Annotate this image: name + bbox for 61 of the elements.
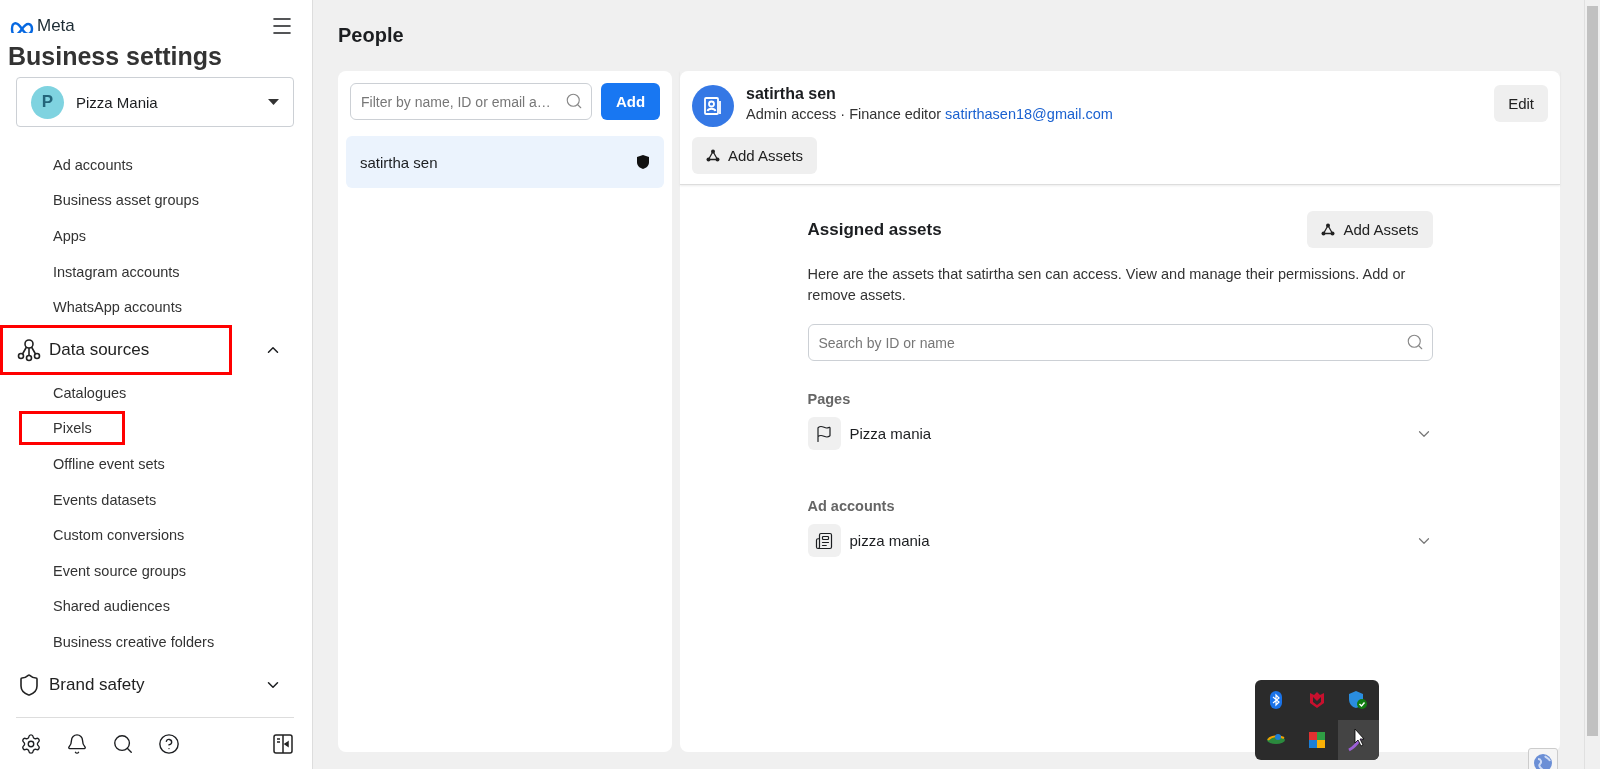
logo-text: Meta xyxy=(37,16,75,36)
share-icon xyxy=(1321,223,1336,236)
search-icon[interactable] xyxy=(112,732,134,755)
person-name: satirtha sen xyxy=(746,85,837,103)
nav-item[interactable]: Apps xyxy=(19,219,120,253)
group-label: Ad accounts xyxy=(807,498,896,514)
caret-icon xyxy=(268,99,279,105)
shield-icon xyxy=(17,672,41,697)
description: Here are the assets that satirtha sen can access. View and manage their permissions. Add or remove assets. xyxy=(807,265,1407,305)
ad-account-icon xyxy=(815,531,833,550)
flag-icon xyxy=(815,424,833,443)
nav-item[interactable]: Business asset groups xyxy=(19,183,232,218)
person-name: satirtha sen xyxy=(360,153,438,171)
nav-item[interactable]: Event source groups xyxy=(19,553,219,588)
shield-icon[interactable] xyxy=(1309,691,1325,709)
nav-item[interactable]: WhatsApp accounts xyxy=(19,290,215,325)
add-assets-button[interactable]: Add Assets xyxy=(692,137,818,174)
nav-item[interactable]: Offline event sets xyxy=(19,446,198,481)
globe-button[interactable] xyxy=(1528,748,1558,769)
meta-logo-icon xyxy=(10,19,34,33)
bell-icon[interactable] xyxy=(66,732,88,755)
account-avatar: P xyxy=(31,85,64,119)
email-link[interactable]: satirthasen18@gmail.com xyxy=(945,106,1113,122)
nav-item[interactable]: Ad accounts xyxy=(19,147,166,182)
add-assets-button[interactable]: Add Assets xyxy=(1307,211,1433,248)
person-avatar xyxy=(692,85,734,127)
nav-item[interactable]: Instagram accounts xyxy=(19,254,213,289)
help-icon[interactable] xyxy=(158,732,180,755)
section-title: Assigned assets xyxy=(807,219,942,240)
share-icon xyxy=(706,149,720,162)
asset-name: Pizza mania xyxy=(849,425,933,442)
nodes-icon xyxy=(17,337,41,362)
settings-icon[interactable] xyxy=(20,732,42,755)
section-label: Brand safety xyxy=(49,674,145,695)
search-icon xyxy=(1405,333,1424,351)
add-button[interactable]: Add xyxy=(601,83,660,120)
bluetooth-icon[interactable] xyxy=(1269,691,1282,709)
shield-icon xyxy=(636,154,650,170)
filter-field[interactable]: Filter by name, ID or email a… xyxy=(350,83,592,120)
account-dropdown[interactable]: P Pizza Mania xyxy=(16,77,294,127)
security-shield-icon[interactable] xyxy=(1348,690,1369,710)
person-list-item[interactable]: satirtha sen xyxy=(346,136,664,188)
group-label: Pages xyxy=(807,391,852,407)
nav-item[interactable]: Pixels xyxy=(19,411,125,446)
nav-section[interactable]: Data sources xyxy=(0,324,232,375)
page-heading: Business settings xyxy=(8,42,223,71)
nav-section[interactable]: Brand safety xyxy=(0,659,232,710)
section-label: Data sources xyxy=(49,339,150,360)
account-name: Pizza Mania xyxy=(76,93,159,111)
asset-search-field[interactable]: Search by ID or name xyxy=(807,324,1433,361)
edit-button[interactable]: Edit xyxy=(1494,85,1548,122)
search-icon xyxy=(565,92,583,110)
asset-name: pizza mania xyxy=(849,532,931,549)
nav-item[interactable]: Events datasets xyxy=(19,482,190,517)
page-title: People xyxy=(338,24,405,47)
nav-item[interactable]: Custom conversions xyxy=(19,518,218,553)
nav-item[interactable]: Shared audiences xyxy=(19,589,203,624)
panel-toggle-icon[interactable] xyxy=(272,732,294,755)
nav-item[interactable]: Catalogues xyxy=(19,375,160,410)
nav-item[interactable]: Business creative folders xyxy=(19,624,248,659)
person-role: Admin access · Finance editor satirthasen18@gmail.com xyxy=(746,106,1114,122)
